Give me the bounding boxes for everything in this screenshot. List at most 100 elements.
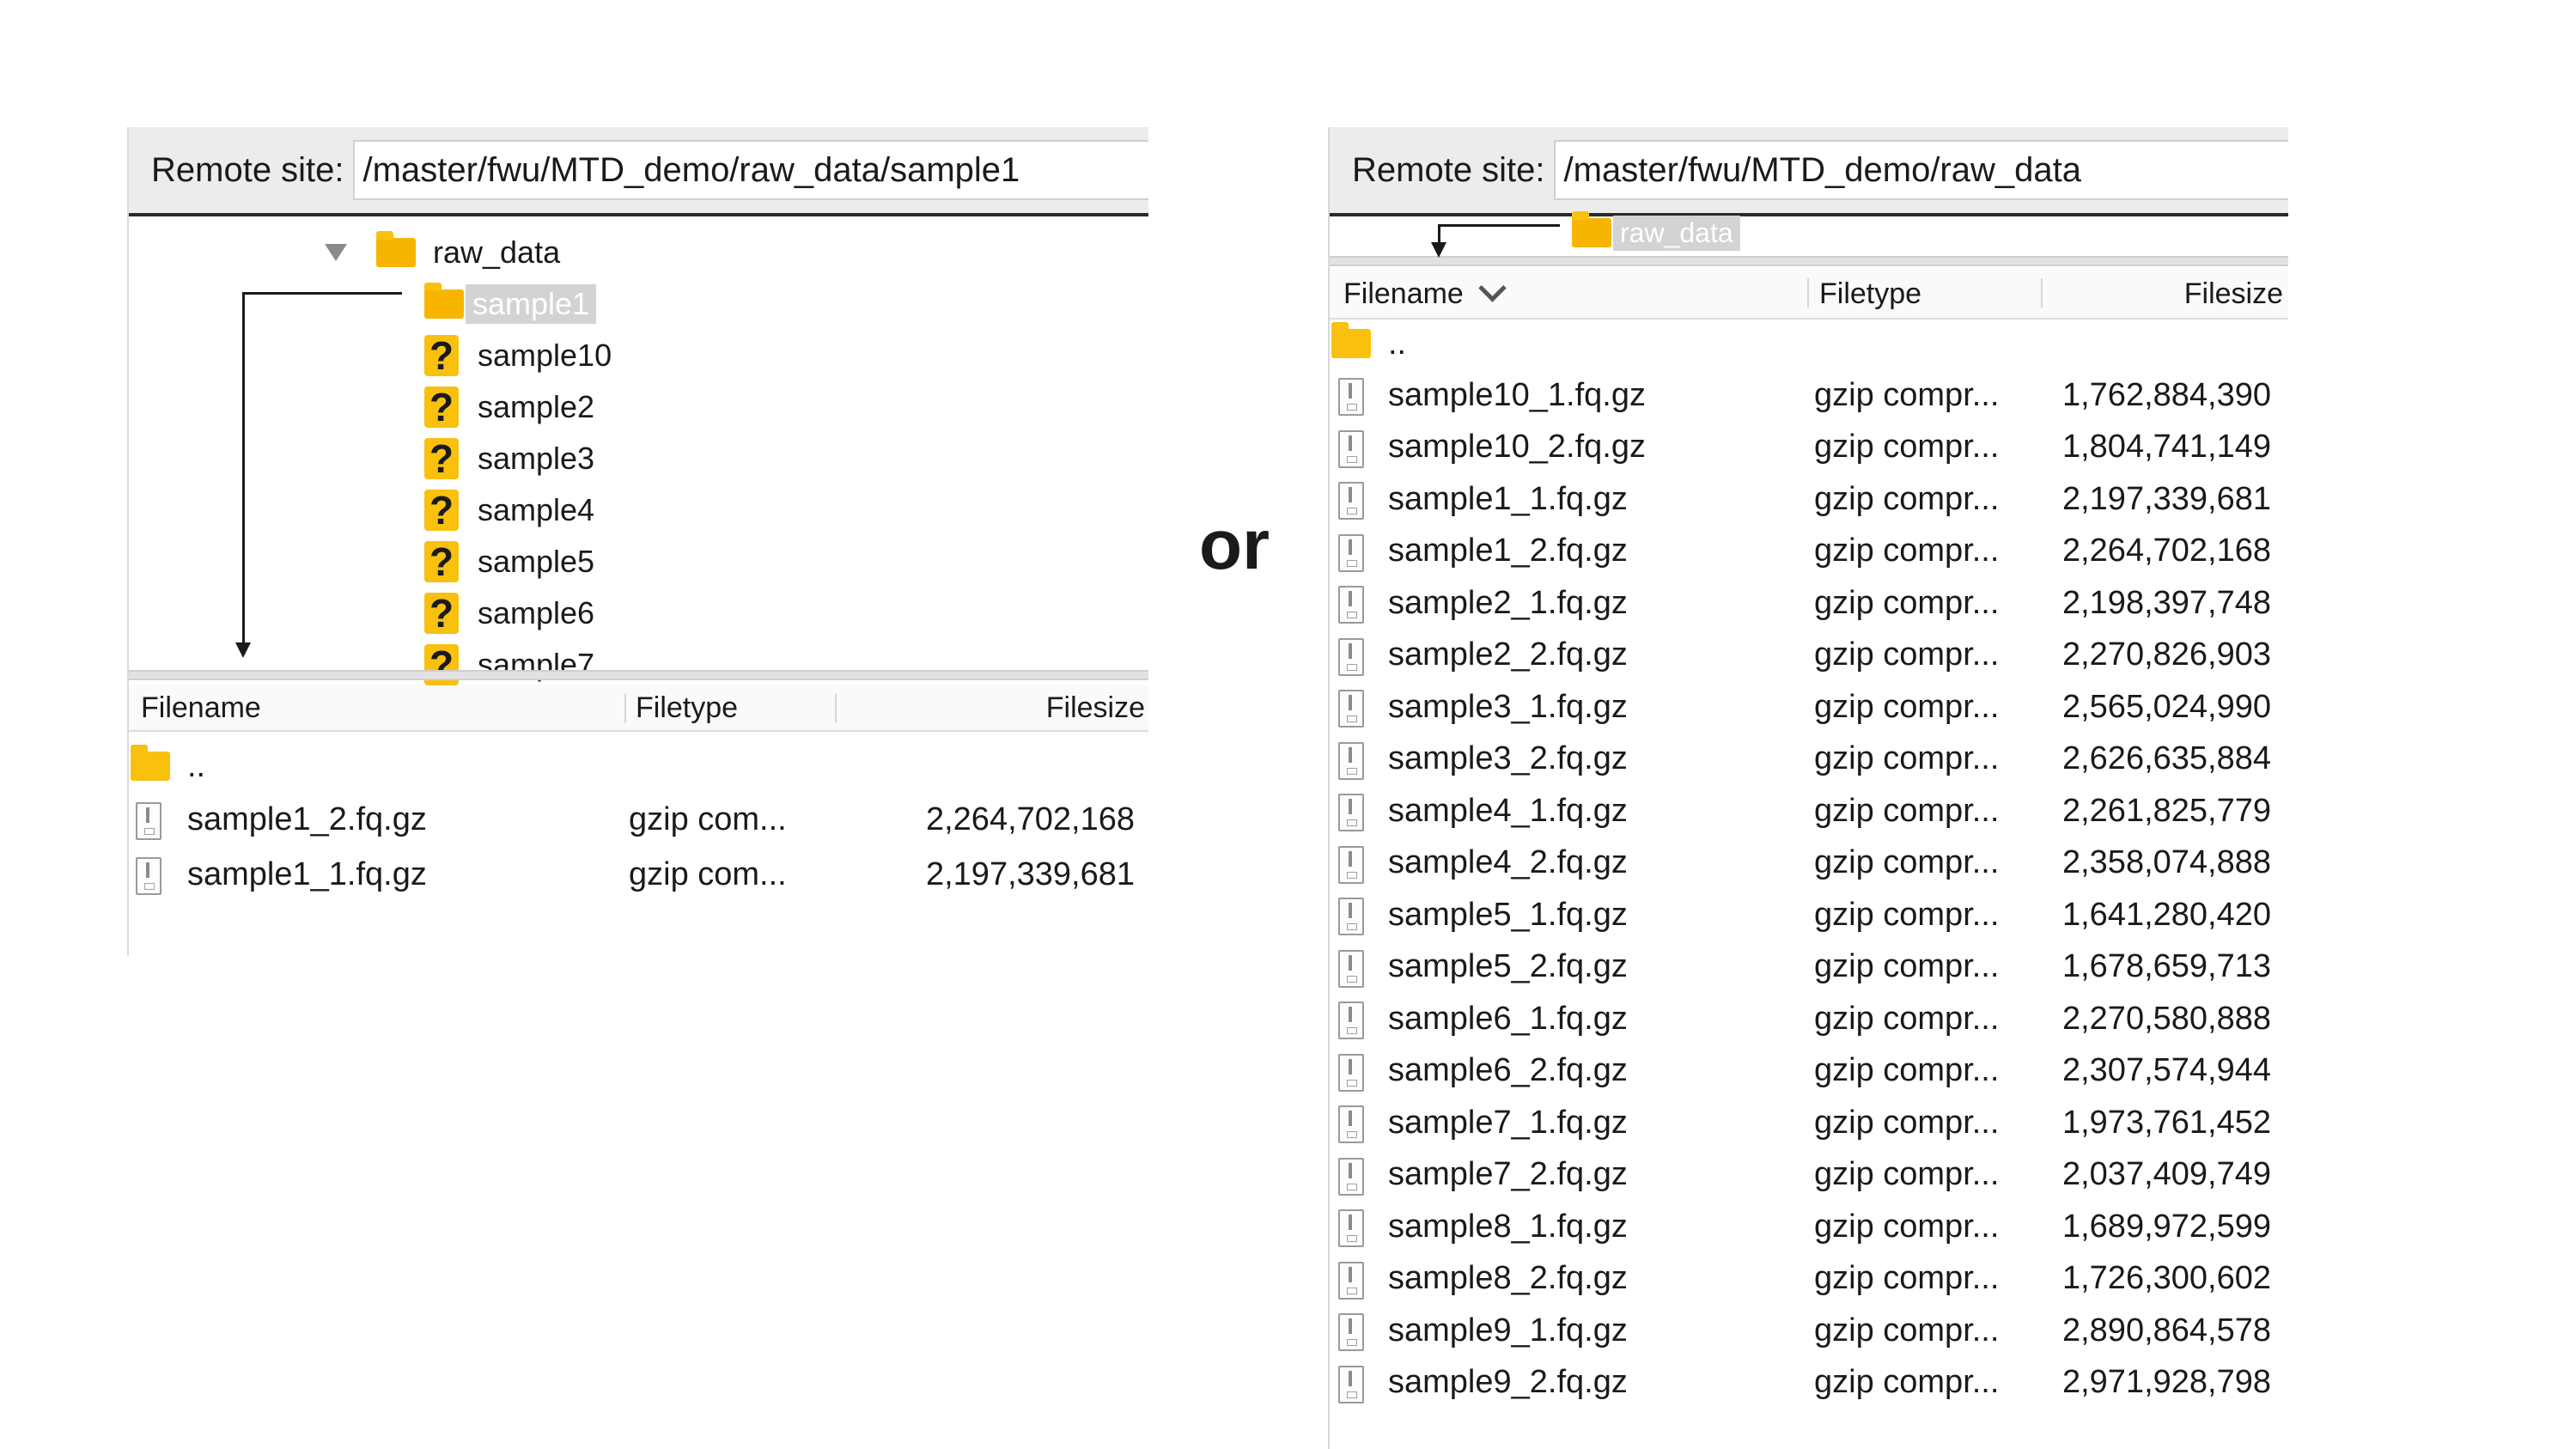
column-separator[interactable] <box>835 694 837 723</box>
filesize-cell: 2,626,635,884 <box>2061 740 2271 776</box>
table-row[interactable]: sample1_2.fq.gz gzip com... 2,264,702,168 <box>129 794 1148 845</box>
annotation-arrowhead <box>235 642 251 658</box>
tree-item-label: sample5 <box>478 544 595 579</box>
table-row[interactable]: sample1_1.fq.gz gzip compr... 2,197,339,68… <box>1330 473 2288 525</box>
table-row[interactable]: sample3_1.fq.gz gzip compr... 2,565,024,99… <box>1330 681 2288 733</box>
column-header-label: Filename <box>1343 277 1464 310</box>
column-header-filesize[interactable]: Filesize <box>1046 685 1145 730</box>
tree-item-sample1-selected[interactable]: sample1 <box>424 280 597 328</box>
table-row[interactable]: sample1_1.fq.gz gzip com... 2,197,339,681 <box>129 849 1148 900</box>
expand-triangle-icon[interactable] <box>325 244 347 261</box>
tree-item-sample5[interactable]: ? sample5 <box>424 538 594 586</box>
file-icon <box>1338 1313 1364 1351</box>
filename-cell: sample4_1.fq.gz <box>1388 792 1628 829</box>
file-icon <box>1338 1209 1364 1247</box>
filetype-cell: gzip compr... <box>1814 1312 2000 1349</box>
remote-path-input[interactable]: /master/fwu/MTD_demo/raw_data <box>1553 140 2288 200</box>
filetype-cell: gzip compr... <box>1814 480 2000 517</box>
filename-cell: sample1_2.fq.gz <box>1388 533 1628 569</box>
column-header-filetype[interactable]: Filetype <box>636 685 738 730</box>
filetype-cell: gzip com... <box>629 801 787 837</box>
table-row[interactable]: sample7_2.fq.gz gzip compr... 2,037,409,74… <box>1330 1149 2288 1201</box>
filesize-cell: 1,641,280,420 <box>2061 896 2271 933</box>
column-header-filesize[interactable]: Filesize <box>2184 270 2283 318</box>
filetype-cell: gzip compr... <box>1814 896 2000 933</box>
table-row[interactable]: sample6_1.fq.gz gzip compr... 2,270,580,88… <box>1330 993 2288 1044</box>
filename-cell: sample2_2.fq.gz <box>1388 636 1628 673</box>
filesize-cell: 1,678,659,713 <box>2061 948 2271 984</box>
table-row[interactable]: sample7_1.fq.gz gzip compr... 1,973,761,45… <box>1330 1097 2288 1148</box>
tree-item-sample4[interactable]: ? sample4 <box>424 486 594 534</box>
filename-cell: sample3_1.fq.gz <box>1388 688 1628 725</box>
filetype-cell: gzip compr... <box>1814 376 2000 413</box>
table-row[interactable]: sample9_2.fq.gz gzip compr... 2,971,928,79… <box>1330 1357 2288 1409</box>
file-icon <box>136 857 161 895</box>
table-row[interactable]: sample5_2.fq.gz gzip compr... 1,678,659,71… <box>1330 941 2288 993</box>
pane-divider[interactable] <box>1330 256 2288 266</box>
file-icon <box>1338 586 1364 624</box>
column-header-filetype[interactable]: Filetype <box>1819 270 1921 318</box>
tree-item-sample2[interactable]: ? sample2 <box>424 383 594 431</box>
folder-icon <box>1572 211 1611 247</box>
left-file-list-header: Filename Filetype Filesize <box>129 685 1148 732</box>
question-folder-icon: ? <box>424 438 459 479</box>
parent-dir-icon-cell <box>131 740 170 792</box>
chevron-down-icon[interactable] <box>1478 273 1507 302</box>
table-row[interactable]: sample4_2.fq.gz gzip compr... 2,358,074,88… <box>1330 837 2288 889</box>
remote-path-input[interactable]: /master/fwu/MTD_demo/raw_data/sample1 <box>352 140 1148 200</box>
annotation-arrow-line <box>242 292 245 644</box>
tree-item-sample3[interactable]: ? sample3 <box>424 435 594 483</box>
file-icon <box>1338 533 1364 572</box>
filesize-cell: 2,261,825,779 <box>2061 792 2271 829</box>
table-row[interactable]: sample2_1.fq.gz gzip compr... 2,198,397,74… <box>1330 577 2288 629</box>
table-row[interactable]: sample4_1.fq.gz gzip compr... 2,261,825,77… <box>1330 785 2288 837</box>
table-row[interactable]: sample1_2.fq.gz gzip compr... 2,264,702,16… <box>1330 526 2288 577</box>
list-item-parent-dir[interactable]: .. <box>129 740 1148 792</box>
tree-item-raw-data[interactable]: raw_data <box>325 228 560 277</box>
file-icon <box>1338 378 1364 416</box>
question-folder-icon: ? <box>424 387 459 428</box>
column-separator[interactable] <box>624 694 626 723</box>
tree-item-sample7[interactable]: ? sample7 <box>424 641 594 689</box>
table-row[interactable]: sample2_2.fq.gz gzip compr... 2,270,826,90… <box>1330 630 2288 681</box>
tree-item-sample10[interactable]: ? sample10 <box>424 332 612 380</box>
table-row[interactable]: sample3_2.fq.gz gzip compr... 2,626,635,88… <box>1330 734 2288 785</box>
table-row[interactable]: sample10_1.fq.gz gzip compr... 1,762,884,3… <box>1330 369 2288 421</box>
table-row[interactable]: sample6_2.fq.gz gzip compr... 2,307,574,94… <box>1330 1045 2288 1097</box>
column-separator[interactable] <box>2041 278 2043 307</box>
tree-item-label: sample6 <box>478 595 595 630</box>
tree-item-label: sample3 <box>478 441 595 476</box>
filesize-cell: 2,971,928,798 <box>2061 1364 2271 1400</box>
tree-item-raw-data-selected[interactable]: raw_data <box>1572 211 1740 254</box>
table-row[interactable]: sample9_1.fq.gz gzip compr... 2,890,864,57… <box>1330 1305 2288 1356</box>
filesize-cell: 2,037,409,749 <box>2061 1156 2271 1192</box>
file-icon <box>1338 482 1364 520</box>
filetype-cell: gzip compr... <box>1814 1104 2000 1141</box>
filesize-cell: 2,197,339,681 <box>2061 480 2271 517</box>
column-header-filename[interactable]: Filename <box>141 685 261 730</box>
table-row[interactable]: sample10_2.fq.gz gzip compr... 1,804,741,1… <box>1330 422 2288 473</box>
table-row[interactable]: sample8_1.fq.gz gzip compr... 1,689,972,59… <box>1330 1201 2288 1252</box>
column-separator[interactable] <box>1807 278 1809 307</box>
file-icon <box>1338 637 1364 676</box>
column-header-filename[interactable]: Filename <box>1343 270 1507 318</box>
filesize-cell: 2,197,339,681 <box>925 855 1135 892</box>
left-remote-site-bar: Remote site: /master/fwu/MTD_demo/raw_da… <box>129 127 1148 216</box>
list-item-parent-dir[interactable]: .. <box>1330 318 2288 369</box>
filename-cell: sample6_2.fq.gz <box>1388 1052 1628 1088</box>
filename-cell: sample6_1.fq.gz <box>1388 1000 1628 1037</box>
table-row[interactable]: sample5_1.fq.gz gzip compr... 1,641,280,42… <box>1330 889 2288 941</box>
right-directory-tree: raw_data <box>1330 211 2288 256</box>
file-icon <box>1338 741 1364 780</box>
filetype-cell: gzip compr... <box>1814 792 2000 829</box>
filesize-cell: 1,804,741,149 <box>2061 429 2271 465</box>
filetype-cell: gzip compr... <box>1814 1052 2000 1088</box>
table-row[interactable]: sample8_2.fq.gz gzip compr... 1,726,300,60… <box>1330 1253 2288 1305</box>
filename-cell: sample8_2.fq.gz <box>1388 1260 1628 1296</box>
filename-cell: sample9_2.fq.gz <box>1388 1364 1628 1400</box>
file-icon <box>1338 794 1364 831</box>
tree-item-sample6[interactable]: ? sample6 <box>424 589 594 637</box>
question-folder-icon: ? <box>424 593 459 634</box>
filename-cell: sample7_1.fq.gz <box>1388 1104 1628 1141</box>
pane-divider[interactable] <box>129 670 1148 680</box>
